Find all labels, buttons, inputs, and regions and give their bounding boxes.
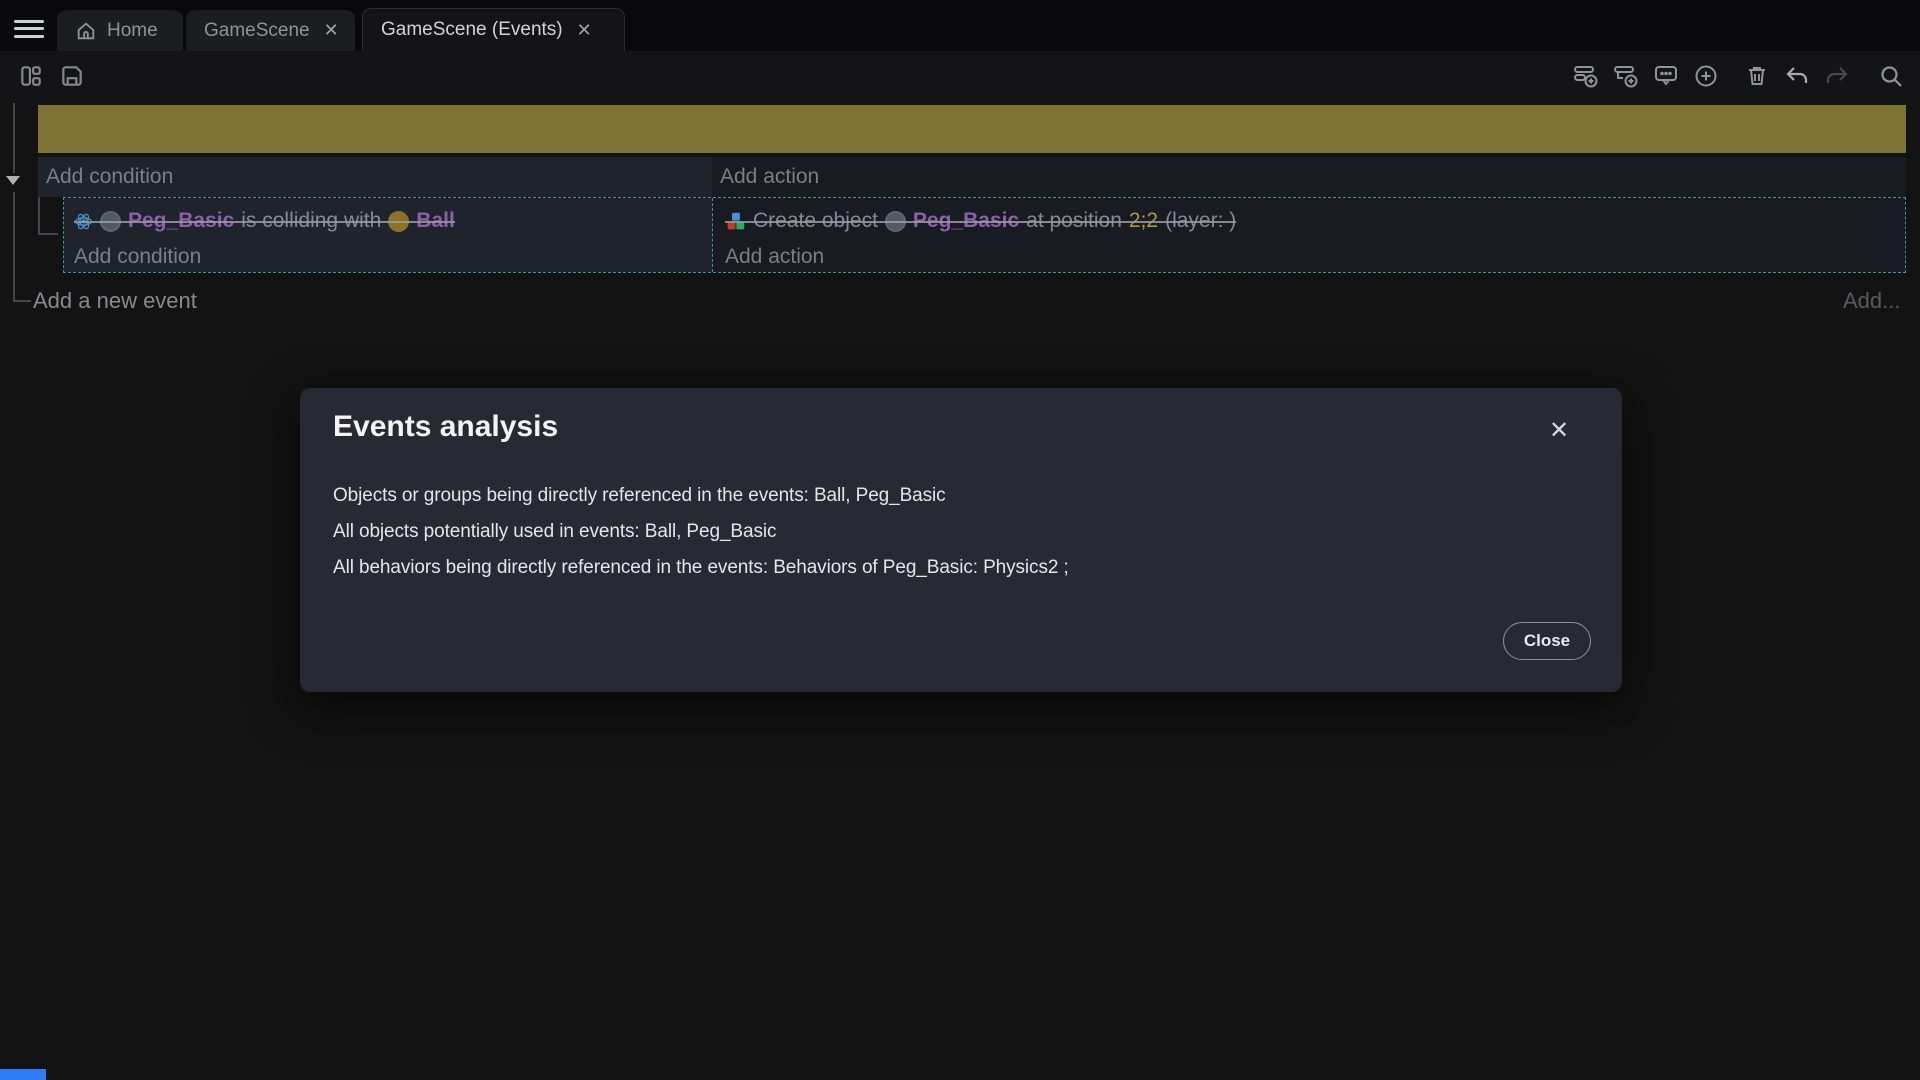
app-window: Home GameScene ✕ GameScene (Events) ✕ xyxy=(0,0,1920,1080)
tab-home-label: Home xyxy=(107,20,158,42)
action-verb: Create object xyxy=(753,209,878,233)
action-layer: (layer: ) xyxy=(1165,209,1236,233)
add-condition-link[interactable]: Add condition xyxy=(38,157,712,197)
events-toolbar: Preview Publish xyxy=(0,51,1920,100)
analysis-line-behaviors: All behaviors being directly referenced … xyxy=(333,557,1069,579)
add-event-icon[interactable] xyxy=(1573,63,1599,89)
tab-gamescene-events[interactable]: GameScene (Events) ✕ xyxy=(362,8,625,51)
add-comment-icon[interactable] xyxy=(1653,63,1679,89)
tree-line xyxy=(13,192,15,302)
add-condition-link[interactable]: Add condition xyxy=(64,241,712,273)
home-icon xyxy=(75,20,97,42)
peg-basic-object-icon xyxy=(885,211,906,232)
event-conditions-column: Add condition xyxy=(38,157,712,197)
add-action-link[interactable]: Add action xyxy=(712,157,1906,197)
close-icon[interactable]: ✕ xyxy=(1546,418,1572,444)
toggle-panels-icon[interactable] xyxy=(18,63,44,89)
add-action-link[interactable]: Add action xyxy=(713,241,1905,273)
tab-gamescene-events-label: GameScene (Events) xyxy=(381,19,563,41)
save-icon[interactable] xyxy=(59,63,85,89)
action-row[interactable]: Create object Peg_Basic at position 2;2 … xyxy=(725,201,1236,241)
tree-line xyxy=(38,233,58,235)
peg-basic-object-icon xyxy=(100,211,121,232)
choose-event-plus-icon[interactable] xyxy=(1693,63,1719,89)
add-more-button[interactable]: Add... xyxy=(1843,288,1900,314)
tree-line xyxy=(13,103,15,173)
action-position: 2;2 xyxy=(1129,209,1158,233)
tab-gamescene-label: GameScene xyxy=(204,20,310,42)
condition-object2: Ball xyxy=(416,209,455,233)
subevent-conditions-column: Peg_Basic is colliding with Ball Add con… xyxy=(64,198,712,272)
comment-event-row[interactable] xyxy=(38,105,1906,153)
dialog-title: Events analysis xyxy=(333,410,558,444)
redo-icon[interactable] xyxy=(1824,63,1850,89)
search-icon[interactable] xyxy=(1878,63,1904,89)
status-strip xyxy=(0,1069,46,1080)
condition-row[interactable]: Peg_Basic is colliding with Ball xyxy=(74,201,455,241)
subevent-actions-column: Create object Peg_Basic at position 2;2 … xyxy=(712,198,1905,272)
physics-behavior-icon xyxy=(74,212,93,231)
add-new-event-link[interactable]: Add a new event xyxy=(33,288,197,314)
expand-collapse-arrow-icon[interactable] xyxy=(6,176,20,185)
tree-line xyxy=(38,197,40,235)
condition-predicate: is colliding with xyxy=(241,209,381,233)
hamburger-menu-button[interactable] xyxy=(14,15,44,37)
tab-home[interactable]: Home xyxy=(57,10,183,51)
analysis-line-objects-referenced: Objects or groups being directly referen… xyxy=(333,485,946,507)
undo-icon[interactable] xyxy=(1784,63,1810,89)
tab-gamescene[interactable]: GameScene ✕ xyxy=(186,10,355,51)
close-button-label: Close xyxy=(1524,631,1570,651)
action-object: Peg_Basic xyxy=(913,209,1019,233)
events-analysis-dialog: Events analysis ✕ Objects or groups bein… xyxy=(300,388,1622,692)
close-icon[interactable]: ✕ xyxy=(320,18,343,43)
action-middle: at position xyxy=(1026,209,1122,233)
delete-icon[interactable] xyxy=(1744,63,1770,89)
ball-object-icon xyxy=(388,211,409,232)
event-actions-column: Add action xyxy=(712,157,1906,197)
condition-object1: Peg_Basic xyxy=(128,209,234,233)
tree-line xyxy=(13,300,31,302)
add-subevent-icon[interactable] xyxy=(1613,63,1639,89)
tab-bar: Home GameScene ✕ GameScene (Events) ✕ xyxy=(0,0,1920,51)
close-icon[interactable]: ✕ xyxy=(573,18,596,43)
analysis-line-objects-used: All objects potentially used in events: … xyxy=(333,521,776,543)
selected-subevent[interactable]: Peg_Basic is colliding with Ball Add con… xyxy=(63,197,1906,273)
create-object-icon xyxy=(725,211,746,232)
close-button[interactable]: Close xyxy=(1503,622,1591,660)
